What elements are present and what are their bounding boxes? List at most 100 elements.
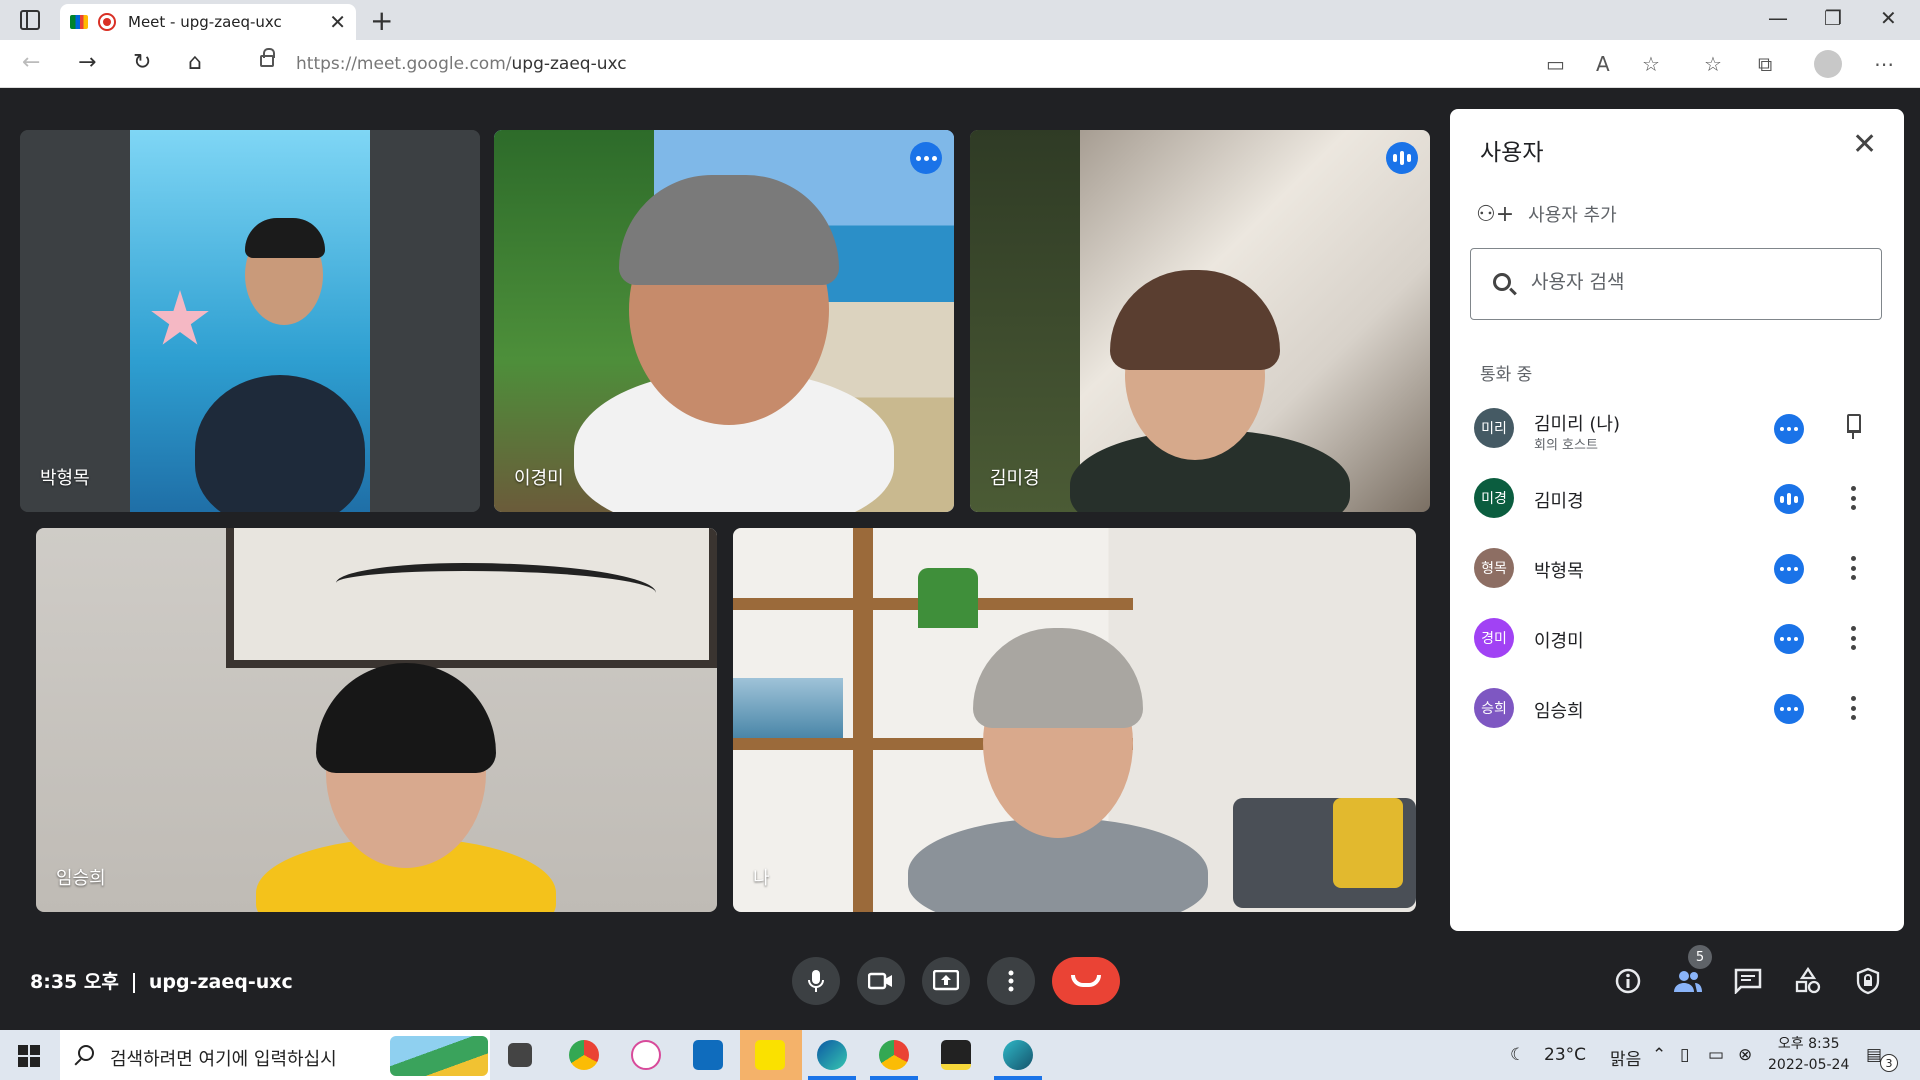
present-screen-icon [933, 970, 959, 991]
maximize-button[interactable]: ❐ [1824, 6, 1842, 30]
chevron-up-icon[interactable]: ⌃ [1652, 1045, 1666, 1065]
network-icon[interactable]: ⊗ [1738, 1045, 1752, 1065]
people-panel: 사용자 ✕ ⚇+ 사용자 추가 통화 중 미리 김미리 (나) 회의 호스트 미… [1450, 109, 1904, 931]
video-tile-active[interactable]: 이경미 [494, 130, 954, 512]
new-tab-button[interactable]: + [370, 4, 393, 37]
shield-lock-icon [1856, 967, 1880, 995]
add-people-button[interactable]: ⚇+ 사용자 추가 [1476, 201, 1617, 227]
app-active-indicator [994, 1076, 1042, 1080]
weather-moon-icon[interactable]: ☾ [1510, 1045, 1525, 1065]
system-date: 2022-05-24 [1768, 1057, 1850, 1073]
system-time: 오후 8:35 [1777, 1036, 1840, 1052]
participant-name: 김미경 [990, 468, 1040, 489]
lock-icon[interactable] [260, 48, 275, 67]
address-bar: ← → ↻ ⌂ https://meet.google.com/upg-zaeq… [0, 40, 1920, 88]
activities-button[interactable] [1792, 965, 1824, 997]
camera-button[interactable] [857, 957, 905, 1005]
participant-row[interactable]: 경미 이경미 [1474, 610, 1884, 666]
host-controls-button[interactable] [1852, 965, 1884, 997]
participant-options-icon[interactable] [1774, 554, 1804, 584]
leave-call-button[interactable] [1052, 957, 1120, 1005]
profile-avatar[interactable] [1814, 50, 1842, 78]
meet-now-icon[interactable]: ▯ [1680, 1045, 1689, 1065]
weather-condition[interactable]: 맑음 [1610, 1045, 1641, 1070]
meeting-time: 8:35 오후 [30, 971, 119, 993]
itunes-icon[interactable] [631, 1040, 661, 1070]
present-screen-button[interactable] [922, 957, 970, 1005]
avatar: 경미 [1474, 618, 1514, 658]
meeting-details-button[interactable] [1612, 965, 1644, 997]
kakaotalk-icon[interactable] [755, 1040, 785, 1070]
more-options-button[interactable] [987, 957, 1035, 1005]
more-options-icon[interactable] [1850, 626, 1856, 650]
browser-tab-bar: Meet - upg-zaeq-uxc ✕ + — ❐ ✕ [0, 0, 1920, 40]
refresh-button[interactable]: ↻ [133, 50, 151, 75]
weather-temperature[interactable]: 23°C [1544, 1045, 1586, 1065]
close-window-button[interactable]: ✕ [1880, 6, 1897, 30]
sticky-notes-icon[interactable] [941, 1040, 971, 1070]
close-panel-icon[interactable]: ✕ [1852, 127, 1877, 162]
search-highlight-image [390, 1036, 488, 1076]
read-aloud-icon[interactable]: A [1596, 52, 1610, 76]
pin-icon[interactable] [1844, 414, 1862, 440]
store-icon[interactable] [693, 1040, 723, 1070]
more-options-icon[interactable] [1850, 696, 1856, 720]
task-view-icon[interactable] [508, 1043, 532, 1067]
participant-row-name: 김미경 [1534, 491, 1584, 512]
participant-row[interactable]: 승희 임승희 [1474, 680, 1884, 736]
more-menu-icon[interactable]: ⋯ [1874, 52, 1894, 76]
participant-options-icon[interactable] [1774, 624, 1804, 654]
people-search-input[interactable] [1531, 271, 1851, 293]
participant-row-name: 김미리 (나) [1534, 414, 1621, 435]
battery-icon[interactable]: ▭ [1708, 1045, 1724, 1065]
edge-icon[interactable] [817, 1040, 847, 1070]
participant-name-self: 나 [753, 868, 770, 889]
notification-count-badge: 3 [1880, 1054, 1898, 1072]
video-feed [36, 528, 717, 912]
end-call-icon [1071, 975, 1101, 987]
video-feed [970, 130, 1430, 512]
more-options-icon[interactable] [1850, 486, 1856, 510]
forward-button[interactable]: → [78, 50, 96, 75]
camera-permission-icon[interactable]: ▭ [1546, 52, 1565, 76]
taskbar-search[interactable]: 검색하려면 여기에 입력하십시 [60, 1030, 490, 1080]
tab-close-icon[interactable]: ✕ [329, 10, 346, 34]
avatar: 미경 [1474, 478, 1514, 518]
chrome-profile-icon[interactable] [879, 1040, 909, 1070]
chat-button[interactable] [1732, 965, 1764, 997]
add-person-icon: ⚇+ [1476, 201, 1515, 227]
video-tile[interactable]: 임승희 [36, 528, 717, 912]
participant-row[interactable]: 미경 김미경 [1474, 470, 1884, 526]
home-button[interactable]: ⌂ [188, 50, 202, 75]
speaking-indicator-badge[interactable] [1386, 142, 1418, 174]
app-icon[interactable] [1003, 1040, 1033, 1070]
video-tile[interactable]: 박형목 [20, 130, 480, 512]
video-tile[interactable]: 김미경 [970, 130, 1430, 512]
participant-row-name: 임승희 [1534, 701, 1584, 722]
participant-row-name: 박형목 [1534, 561, 1584, 582]
tab-actions-icon[interactable] [20, 10, 40, 30]
chrome-icon[interactable] [569, 1040, 599, 1070]
participant-options-icon[interactable] [1774, 414, 1804, 444]
system-clock[interactable]: 오후 8:35 2022-05-24 [1768, 1034, 1849, 1076]
show-everyone-button[interactable] [1672, 965, 1704, 997]
favorites-icon[interactable]: ☆ [1704, 52, 1722, 76]
participant-options-icon[interactable] [1774, 694, 1804, 724]
collections-icon[interactable]: ⧉ [1758, 52, 1772, 76]
participant-row[interactable]: 미리 김미리 (나) 회의 호스트 [1474, 400, 1884, 456]
people-icon [1674, 971, 1702, 992]
participant-name: 이경미 [514, 468, 564, 489]
start-button[interactable] [18, 1045, 40, 1067]
minimize-button[interactable]: — [1768, 6, 1788, 30]
participant-options-badge[interactable] [910, 142, 942, 174]
back-button[interactable]: ← [22, 50, 40, 75]
video-tile-self[interactable]: 나 [733, 528, 1416, 912]
microphone-button[interactable] [792, 957, 840, 1005]
participant-row[interactable]: 형목 박형목 [1474, 540, 1884, 596]
people-search-field[interactable] [1470, 248, 1882, 320]
more-options-icon[interactable] [1850, 556, 1856, 580]
speaking-indicator-icon[interactable] [1774, 484, 1804, 514]
browser-tab-meet[interactable]: Meet - upg-zaeq-uxc ✕ [60, 4, 356, 40]
url-field[interactable]: https://meet.google.com/upg-zaeq-uxc [236, 46, 1882, 82]
add-favorite-icon[interactable]: ☆ [1642, 52, 1660, 76]
